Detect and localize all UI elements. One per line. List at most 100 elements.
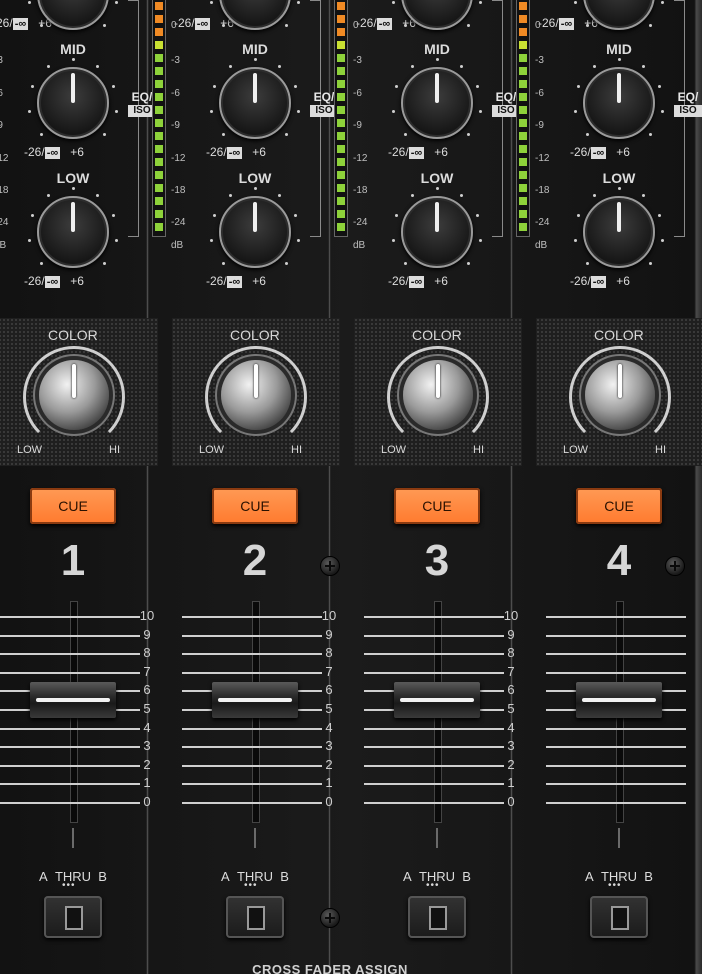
knob-tick — [648, 261, 652, 265]
meter-scale-label: -9 — [353, 120, 362, 131]
knob-tick — [114, 110, 118, 114]
meter-segment — [519, 67, 527, 75]
fader-scale-number: 10 — [503, 608, 519, 623]
fader-scale-number: 0 — [507, 794, 515, 809]
meter-scale-label: -12 — [171, 153, 186, 164]
low-eq-knob[interactable] — [37, 196, 109, 268]
fader-scale-line — [546, 671, 686, 674]
fader-scale-number: 7 — [143, 663, 151, 679]
crossfader-assign-switch[interactable] — [226, 896, 284, 938]
hi-eq-knob[interactable] — [37, 0, 109, 30]
meter-segment — [519, 15, 527, 23]
fader-cap[interactable] — [212, 681, 298, 718]
hi-eq-knob[interactable] — [401, 0, 473, 30]
meter-segment — [155, 119, 163, 127]
color-label: COLOR — [230, 327, 280, 343]
low-eq-knob[interactable] — [583, 196, 655, 268]
crossfader-assign-switch[interactable] — [44, 896, 102, 938]
meter-segment — [155, 197, 163, 205]
meter-scale-label: dB — [0, 240, 7, 251]
knob-tick — [71, 186, 75, 190]
cue-button[interactable]: CUE — [30, 488, 116, 524]
meter-segment — [519, 119, 527, 127]
color-knob[interactable] — [39, 360, 109, 430]
meter-segment — [155, 28, 163, 36]
low-label: LOW — [238, 170, 272, 186]
fader-scale-line — [0, 764, 140, 767]
knob-tick — [253, 57, 257, 61]
mid-eq-knob[interactable] — [401, 67, 473, 139]
channel-number: 2 — [242, 536, 268, 585]
color-knob[interactable] — [585, 360, 655, 430]
color-low-label: LOW — [17, 444, 43, 456]
knob-tick — [392, 1, 396, 5]
knob-tick — [284, 23, 288, 27]
fader-scale-line — [546, 746, 686, 749]
fader-guide-line — [254, 828, 256, 848]
meter-scale-label: -24 — [353, 217, 368, 228]
fader-scale-line — [0, 802, 140, 804]
meter-segment — [337, 223, 345, 231]
fader-cap[interactable] — [394, 681, 480, 718]
fader-scale-number: 6 — [507, 682, 515, 698]
hi-eq-knob[interactable] — [219, 0, 291, 30]
fader-scale-line — [546, 616, 686, 618]
knob-tick — [660, 110, 664, 114]
fader-scale-line — [364, 727, 504, 730]
color-label: COLOR — [412, 327, 462, 343]
knob-tick — [95, 193, 99, 197]
meter-segment — [155, 184, 163, 192]
fader-scale-number: 8 — [325, 645, 333, 661]
cue-button[interactable]: CUE — [212, 488, 298, 524]
knob-tick — [296, 239, 300, 243]
fader-scale-number: 0 — [143, 794, 151, 809]
knob-tick — [617, 57, 621, 61]
knob-tick — [478, 110, 482, 114]
meter-segment — [337, 67, 345, 75]
knob-tick — [296, 110, 300, 114]
meter-segment — [519, 171, 527, 179]
crossfader-assign-switch[interactable] — [408, 896, 466, 938]
knob-tick — [210, 1, 214, 5]
meter-segment — [337, 54, 345, 62]
fader-guide-line — [72, 828, 74, 848]
color-label: COLOR — [594, 327, 644, 343]
meter-segment — [155, 93, 163, 101]
fader-scale-number: 6 — [143, 682, 151, 698]
low-eq-knob[interactable] — [219, 196, 291, 268]
assign-dots-icon: ••• — [244, 880, 258, 891]
fader-scale-line — [364, 764, 504, 767]
hi-eq-knob[interactable] — [583, 0, 655, 30]
meter-segment — [519, 197, 527, 205]
knob-tick — [593, 193, 597, 197]
fader-scale-line — [364, 616, 504, 618]
fader-cap[interactable] — [30, 681, 116, 718]
cue-button[interactable]: CUE — [576, 488, 662, 524]
mid-eq-knob[interactable] — [219, 67, 291, 139]
mid-label: MID — [424, 41, 450, 57]
knob-tick — [466, 261, 470, 265]
knob-tick — [277, 64, 281, 68]
knob-tick — [459, 64, 463, 68]
fader-cap[interactable] — [576, 681, 662, 718]
meter-scale-label: -24 — [0, 217, 9, 228]
fader-scale-line — [182, 653, 322, 656]
low-eq-knob[interactable] — [401, 196, 473, 268]
knob-tick — [593, 64, 597, 68]
mid-eq-knob[interactable] — [583, 67, 655, 139]
knob-tick — [411, 64, 415, 68]
knob-tick — [114, 239, 118, 243]
mid-eq-knob[interactable] — [37, 67, 109, 139]
eq-bracket — [310, 0, 321, 237]
meter-scale-label: -6 — [0, 88, 3, 99]
knob-tick — [95, 64, 99, 68]
meter-segment — [337, 41, 345, 49]
fader-scale-line — [364, 671, 504, 674]
color-knob[interactable] — [403, 360, 473, 430]
color-knob[interactable] — [221, 360, 291, 430]
cue-button[interactable]: CUE — [394, 488, 480, 524]
meter-segment — [519, 132, 527, 140]
mid-range-label: -26/-∞ +6 — [24, 145, 84, 159]
crossfader-assign-switch[interactable] — [590, 896, 648, 938]
mixer-panel: -26/-∞ +6 MID -26/-∞ +6 LOW -26/-∞ +6 EQ… — [0, 0, 702, 974]
